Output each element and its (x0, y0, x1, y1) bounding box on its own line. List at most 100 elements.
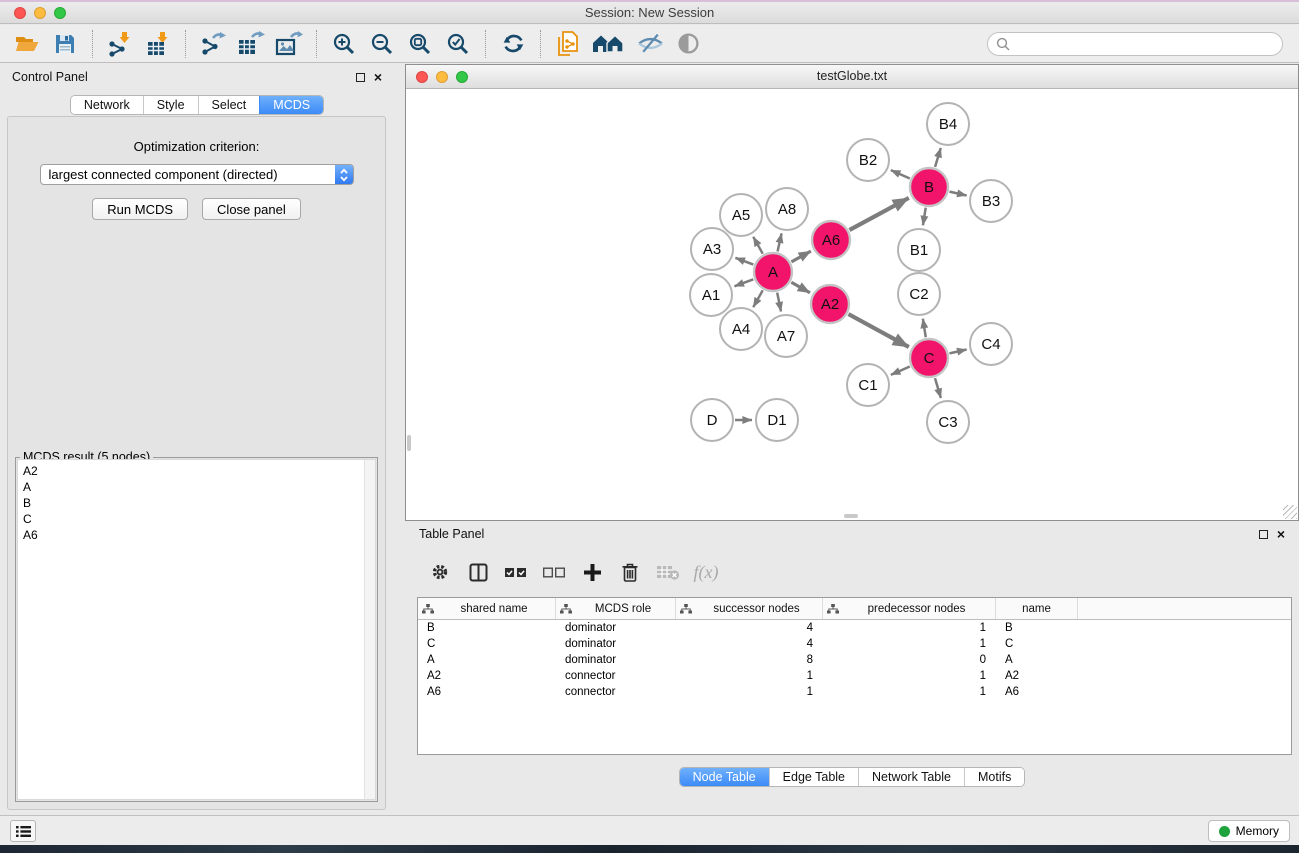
tab-node-table[interactable]: Node Table (680, 768, 769, 786)
tab-network-table[interactable]: Network Table (858, 768, 964, 786)
import-network-icon[interactable] (103, 28, 137, 60)
graph-node-A5[interactable]: A5 (720, 194, 762, 236)
tab-edge-table[interactable]: Edge Table (769, 768, 858, 786)
graph-node-B3[interactable]: B3 (970, 180, 1012, 222)
column-header[interactable]: name (996, 598, 1078, 619)
export-table-icon[interactable] (234, 28, 268, 60)
graph-node-A1[interactable]: A1 (690, 274, 732, 316)
zoom-out-icon[interactable] (365, 28, 399, 60)
table-cell[interactable]: 1 (823, 686, 996, 698)
zoom-in-icon[interactable] (327, 28, 361, 60)
select-all-columns-icon[interactable] (501, 557, 531, 587)
graph-edge-B-B1[interactable] (923, 208, 926, 226)
graph-edge-B-B2[interactable] (891, 170, 910, 178)
memory-button[interactable]: Memory (1208, 820, 1290, 842)
mcds-result-item[interactable]: A6 (23, 527, 370, 543)
hide-graphics-details-icon[interactable] (633, 28, 667, 60)
float-table-panel-icon[interactable] (1259, 530, 1268, 539)
graph-node-C1[interactable]: C1 (847, 364, 889, 406)
graph-node-B2[interactable]: B2 (847, 139, 889, 181)
table-cell[interactable]: 1 (823, 638, 996, 650)
duplicate-network-icon[interactable] (551, 28, 585, 60)
graph-edge-A2-C[interactable] (848, 314, 908, 347)
show-graphics-details-icon[interactable] (671, 28, 705, 60)
graph-node-D[interactable]: D (691, 399, 733, 441)
network-window-titlebar[interactable]: testGlobe.txt (406, 65, 1298, 89)
table-cell[interactable]: B (418, 622, 556, 634)
network-graph[interactable]: B4B2BB3A5A8A6A3B1AA1C2A2A4A7CC4C1C3DD1 (406, 90, 1298, 520)
graph-edge-A-A1[interactable] (734, 279, 753, 286)
mcds-result-item[interactable]: A (23, 479, 370, 495)
column-header[interactable]: MCDS role (556, 598, 676, 619)
table-cell[interactable]: A (996, 654, 1078, 666)
run-mcds-button[interactable]: Run MCDS (92, 198, 188, 220)
mcds-result-item[interactable]: C (23, 511, 370, 527)
export-image-icon[interactable] (272, 28, 306, 60)
graph-node-A[interactable]: A (754, 253, 792, 291)
graph-node-C[interactable]: C (910, 339, 948, 377)
graph-edge-A-A8[interactable] (778, 233, 782, 251)
table-cell[interactable]: 1 (823, 670, 996, 682)
column-header[interactable]: predecessor nodes (823, 598, 996, 619)
table-row[interactable]: A6connector11A6 (418, 684, 1291, 700)
node-table[interactable]: shared nameMCDS rolesuccessor nodesprede… (417, 597, 1292, 755)
open-session-icon[interactable] (10, 28, 44, 60)
tab-mcds[interactable]: MCDS (259, 96, 323, 114)
graph-node-A4[interactable]: A4 (720, 308, 762, 350)
graph-node-C3[interactable]: C3 (927, 401, 969, 443)
graph-edge-B-B4[interactable] (935, 148, 941, 167)
table-cell[interactable]: A (418, 654, 556, 666)
search-input[interactable] (1010, 37, 1274, 51)
table-cell[interactable]: C (418, 638, 556, 650)
table-cell[interactable]: 4 (676, 622, 823, 634)
graph-edge-C-C3[interactable] (935, 378, 941, 398)
add-column-icon[interactable] (577, 557, 607, 587)
table-cell[interactable]: A2 (996, 670, 1078, 682)
graph-edge-A-A7[interactable] (777, 293, 781, 312)
graph-node-A8[interactable]: A8 (766, 188, 808, 230)
table-row[interactable]: Adominator80A (418, 652, 1291, 668)
column-mode-icon[interactable] (463, 557, 493, 587)
deselect-all-columns-icon[interactable] (539, 557, 569, 587)
close-panel-button[interactable]: Close panel (202, 198, 301, 220)
close-panel-icon[interactable]: × (374, 72, 382, 82)
graph-edge-A-A4[interactable] (753, 290, 762, 307)
export-network-icon[interactable] (196, 28, 230, 60)
table-cell[interactable]: connector (556, 686, 676, 698)
zoom-fit-icon[interactable] (403, 28, 437, 60)
table-cell[interactable]: 0 (823, 654, 996, 666)
toolbar-search[interactable] (987, 32, 1283, 56)
close-table-panel-icon[interactable]: × (1277, 529, 1285, 539)
table-cell[interactable]: A6 (418, 686, 556, 698)
graph-node-B4[interactable]: B4 (927, 103, 969, 145)
table-cell[interactable]: A2 (418, 670, 556, 682)
table-cell[interactable]: connector (556, 670, 676, 682)
table-cell[interactable]: dominator (556, 638, 676, 650)
tab-network[interactable]: Network (71, 96, 143, 114)
resize-grip[interactable] (1283, 505, 1297, 519)
import-table-icon[interactable] (141, 28, 175, 60)
mcds-result-list[interactable]: A2ABCA6 (17, 459, 376, 800)
zoom-selected-icon[interactable] (441, 28, 475, 60)
mcds-result-item[interactable]: A2 (23, 463, 370, 479)
graph-node-A3[interactable]: A3 (691, 228, 733, 270)
graph-edge-C-C1[interactable] (891, 366, 910, 374)
graph-edge-A6-B[interactable] (849, 198, 908, 230)
table-row[interactable]: A2connector11A2 (418, 668, 1291, 684)
table-cell[interactable]: 1 (823, 622, 996, 634)
network-canvas[interactable]: B4B2BB3A5A8A6A3B1AA1C2A2A4A7CC4C1C3DD1 (406, 90, 1298, 520)
save-session-icon[interactable] (48, 28, 82, 60)
table-cell[interactable]: 8 (676, 654, 823, 666)
table-cell[interactable]: 1 (676, 686, 823, 698)
graph-edge-A-A2[interactable] (791, 282, 810, 292)
table-settings-gear-icon[interactable] (425, 557, 455, 587)
graph-node-A2[interactable]: A2 (811, 285, 849, 323)
table-cell[interactable]: 4 (676, 638, 823, 650)
table-cell[interactable]: dominator (556, 622, 676, 634)
table-cell[interactable]: B (996, 622, 1078, 634)
result-scrollbar[interactable] (364, 460, 375, 799)
graph-edge-C-C4[interactable] (949, 350, 966, 354)
graph-node-A7[interactable]: A7 (765, 315, 807, 357)
tab-style[interactable]: Style (143, 96, 198, 114)
graph-edge-C-C2[interactable] (923, 319, 926, 338)
